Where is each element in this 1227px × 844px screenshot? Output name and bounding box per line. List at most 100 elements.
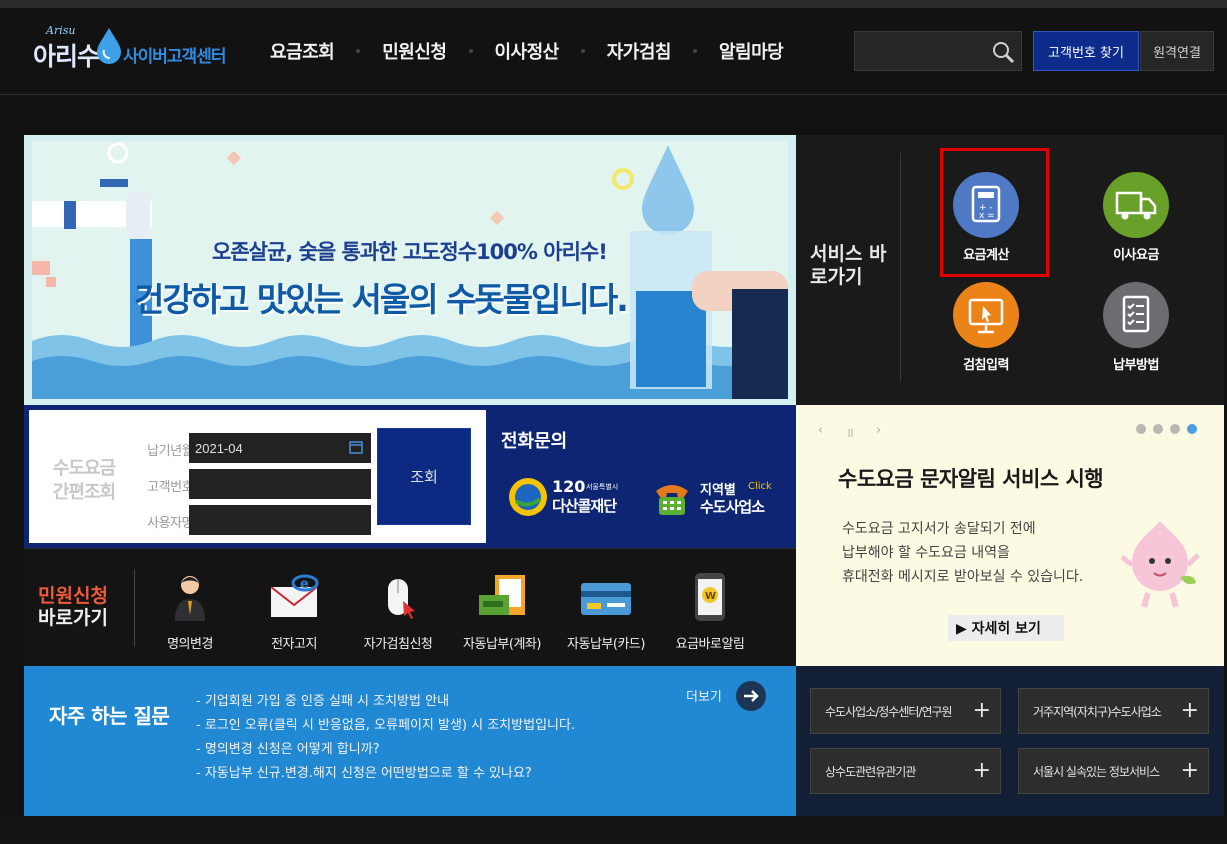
calculator-icon: + -x = xyxy=(953,172,1019,238)
faq-more-link[interactable]: 더보기 xyxy=(686,686,722,705)
faq-list: - 기업회원 가입 중 인증 실패 시 조치방법 안내 - 로그인 오류(클릭 … xyxy=(196,690,575,786)
slide-indicator[interactable] xyxy=(1136,424,1146,434)
nav-separator xyxy=(580,49,585,53)
notice-line: 납부해야 할 수도요금 내역을 xyxy=(842,545,1010,561)
faq-item[interactable]: - 로그인 오류(클릭 시 반응없음, 오류페이지 발생) 시 조치방법입니다. xyxy=(196,714,575,738)
nav-item-fee-inquiry[interactable]: 요금조회 xyxy=(270,38,335,64)
monitor-pointer-icon xyxy=(953,282,1019,348)
mascot-image xyxy=(1120,521,1200,608)
link-seoul-info-service[interactable]: 서울시 실속있는 정보서비스 + xyxy=(1018,748,1209,794)
service-shortcuts: 서비스 바로가기 + -x = 요금계산 이사요금 검침입력 납부방법 xyxy=(796,135,1224,405)
main-nav: 요금조회 민원신청 이사정산 자가검침 알림마당 xyxy=(270,38,784,64)
nav-item-civil-request[interactable]: 민원신청 xyxy=(382,38,447,64)
next-slide-button[interactable]: › xyxy=(876,423,881,438)
slide-indicator[interactable] xyxy=(1170,424,1180,434)
remote-connect-button[interactable]: 원격연결 xyxy=(1140,31,1214,71)
link-label: 수도사업소/정수센터/연구원 xyxy=(825,704,953,719)
top-strip xyxy=(0,0,1227,8)
service-fee-calc[interactable]: + -x = 요금계산 xyxy=(936,172,1036,263)
dasan-call-logo-icon xyxy=(509,478,547,516)
telephone-icon xyxy=(656,485,688,515)
card-icon xyxy=(581,583,631,615)
dasan-call-link[interactable]: 120 서울특별시 다산콜재단 xyxy=(508,475,636,517)
nav-item-notice[interactable]: 알림마당 xyxy=(719,38,784,64)
faq-item[interactable]: - 자동납부 신규.변경.해지 신청은 어떤방법으로 할 수 있나요? xyxy=(196,762,575,786)
email-icon: e xyxy=(270,574,319,617)
service-label: 이사요금 xyxy=(1113,248,1159,263)
slide-indicator-active[interactable] xyxy=(1187,424,1197,434)
plus-icon: + xyxy=(972,758,991,783)
notice-title: 수도요금 문자알림 서비스 시행 xyxy=(838,467,1104,491)
link-label: 상수도관련유관기관 xyxy=(825,764,916,779)
period-label: 납기년월 xyxy=(147,444,193,459)
related-links: 수도사업소/정수센터/연구원 + 거주지역(자치구)수도사업소 + 상수도관련유… xyxy=(796,666,1224,816)
prev-slide-button[interactable]: ‹ xyxy=(818,423,823,438)
region-click-label: Click xyxy=(748,481,772,492)
pause-slide-button[interactable]: ॥ xyxy=(846,423,854,441)
slide-indicator[interactable] xyxy=(1153,424,1163,434)
search-icon[interactable] xyxy=(991,40,1015,64)
civil-item-auto-pay-card[interactable]: 자동납부(카드) xyxy=(556,571,656,652)
civil-item-label: 요금바로알림 xyxy=(675,637,745,652)
logo-main-text: 아리수 xyxy=(33,42,100,71)
region-office-name: 수도사업소 xyxy=(700,498,765,516)
nav-item-self-reading[interactable]: 자가검침 xyxy=(607,38,672,64)
civil-item-self-reading-request[interactable]: 자가검침신청 xyxy=(348,571,448,652)
svg-text:x =: x = xyxy=(979,211,995,221)
link-label: 서울시 실속있는 정보서비스 xyxy=(1033,764,1160,779)
dasan-name: 다산콜재단 xyxy=(552,497,617,515)
svg-text:W: W xyxy=(705,591,716,602)
mouse-icon xyxy=(388,579,415,619)
view-details-button[interactable]: ▶ 자세히 보기 xyxy=(948,615,1064,641)
civil-item-label: 명의변경 xyxy=(167,637,213,652)
search-input[interactable] xyxy=(859,36,989,66)
banner-illustration xyxy=(32,142,788,399)
banner-headline: 오존살균, 숯을 통과한 고도정수100% 아리수! xyxy=(212,240,608,264)
civil-item-fee-alert[interactable]: W 요금바로알림 xyxy=(660,571,760,652)
customer-number-input[interactable] xyxy=(189,469,371,499)
find-customer-number-button[interactable]: 고객번호 찾기 xyxy=(1033,31,1139,71)
main-banner[interactable]: 오존살균, 숯을 통과한 고도정수100% 아리수! 건강하고 맛있는 서울의 … xyxy=(24,135,796,405)
faq-item[interactable]: - 명의변경 신청은 어떻게 합니까? xyxy=(196,738,575,762)
dasan-city: 서울특별시 xyxy=(586,483,619,491)
nav-separator xyxy=(356,49,361,53)
calendar-icon[interactable] xyxy=(349,440,363,454)
phone-inquiry: 전화문의 120 서울특별시 다산콜재단 지역별 Click 수도사업소 xyxy=(486,405,796,548)
faq-title: 자주 하는 질문 xyxy=(49,704,170,728)
arrow-right-icon[interactable] xyxy=(736,681,766,711)
civil-item-e-bill[interactable]: e 전자고지 xyxy=(244,571,344,652)
banner-slogan: 건강하고 맛있는 서울의 수돗물입니다. xyxy=(134,280,629,319)
logo-service-text: 사이버고객센터 xyxy=(123,47,226,67)
faq-item[interactable]: - 기업회원 가입 중 인증 실패 시 조치방법 안내 xyxy=(196,690,575,714)
link-water-offices[interactable]: 수도사업소/정수센터/연구원 + xyxy=(810,688,1001,734)
logo[interactable]: Arisu 아리수 사이버고객센터 xyxy=(30,22,240,76)
notice-line: 휴대전화 메시지로 받아보실 수 있습니다. xyxy=(842,569,1084,585)
dasan-number: 120 xyxy=(552,477,586,496)
link-label: 거주지역(자치구)수도사업소 xyxy=(1033,704,1162,719)
civil-item-name-change[interactable]: 명의변경 xyxy=(140,571,240,652)
nav-item-move-settlement[interactable]: 이사정산 xyxy=(495,38,560,64)
service-label: 검침입력 xyxy=(963,358,1009,373)
link-district-office[interactable]: 거주지역(자치구)수도사업소 + xyxy=(1018,688,1209,734)
plus-icon: + xyxy=(972,698,991,723)
notice-slider: ‹ ॥ › 수도요금 문자알림 서비스 시행 수도요금 고지서가 송달되기 전에… xyxy=(796,405,1224,666)
quick-fee-lookup: 수도요금 간편조회 납기년월 고객번호 사용자명 조회 xyxy=(24,405,486,548)
user-name-input[interactable] xyxy=(189,505,371,535)
divider xyxy=(900,153,901,381)
service-label: 요금계산 xyxy=(963,248,1009,263)
search-box xyxy=(854,31,1022,71)
regional-office-link[interactable]: 지역별 Click 수도사업소 xyxy=(652,475,782,517)
checklist-icon xyxy=(1103,282,1169,348)
phone-inquiry-title: 전화문의 xyxy=(501,431,568,452)
service-meter-input[interactable]: 검침입력 xyxy=(936,282,1036,373)
civil-item-auto-pay-account[interactable]: 자동납부(계좌) xyxy=(452,571,552,652)
link-related-agencies[interactable]: 상수도관련유관기관 + xyxy=(810,748,1001,794)
service-move-fee[interactable]: 이사요금 xyxy=(1086,172,1186,263)
service-payment-method[interactable]: 납부방법 xyxy=(1086,282,1186,373)
lookup-button[interactable]: 조회 xyxy=(377,428,471,525)
civil-request-title: 민원신청 바로가기 xyxy=(38,585,108,629)
civil-item-label: 자동납부(카드) xyxy=(567,637,645,652)
period-input[interactable] xyxy=(189,433,371,463)
civil-item-label: 자가검침신청 xyxy=(363,637,433,652)
user-name-label: 사용자명 xyxy=(147,516,193,531)
